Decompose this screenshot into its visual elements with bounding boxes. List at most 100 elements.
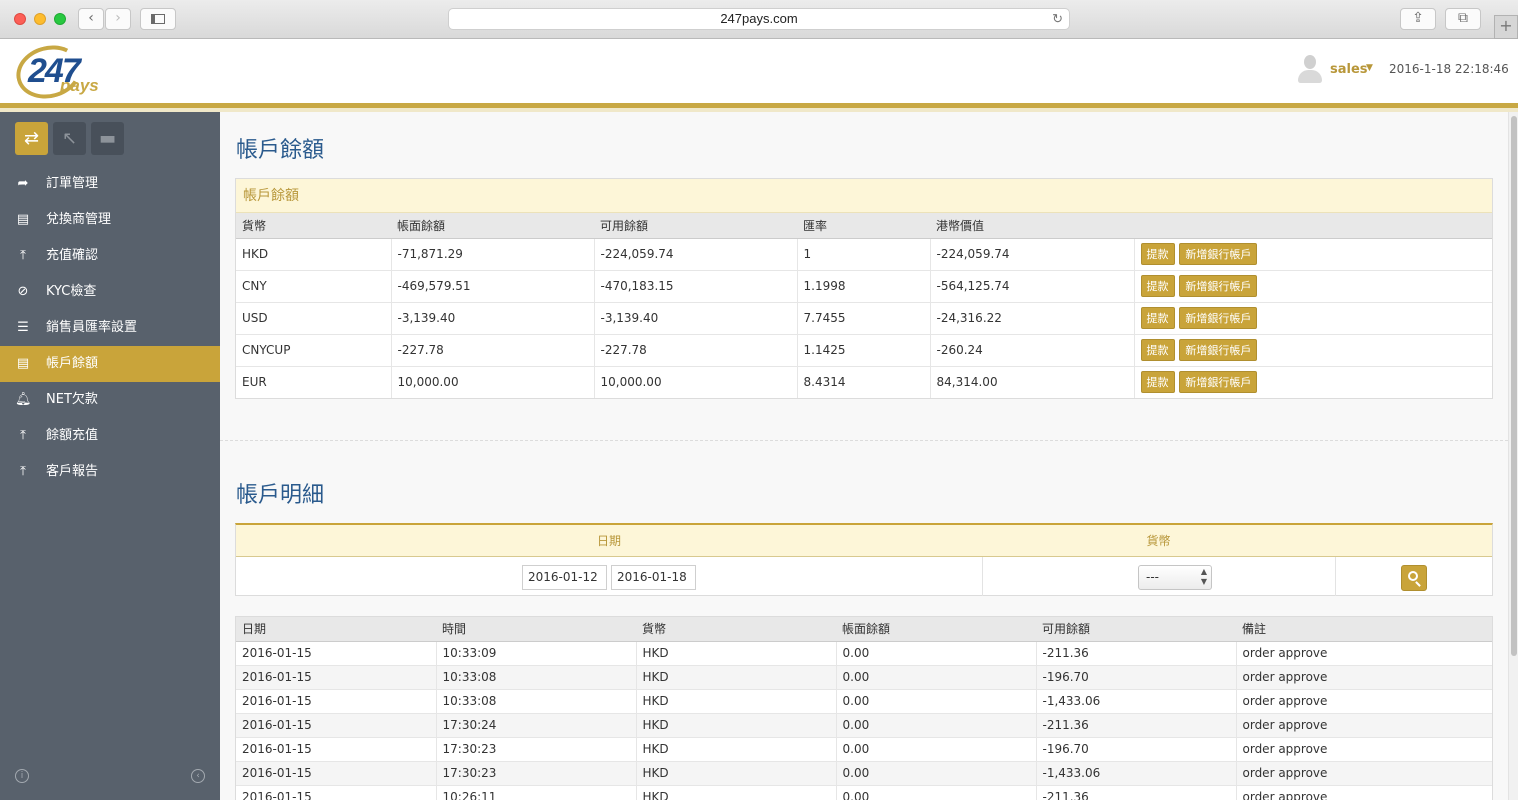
tabs-overview-button[interactable]: ⧉ <box>1445 8 1481 30</box>
sidebar-item-balance[interactable]: ▤ 帳戶餘額 <box>0 346 220 382</box>
credit-card-icon: ▬ <box>98 128 116 149</box>
minimize-window-button[interactable] <box>34 13 46 25</box>
sidebar-item-label: 訂單管理 <box>46 176 99 191</box>
sidebar-item-label: KYC檢查 <box>46 284 97 299</box>
exchange-icon: ⇄ <box>23 128 40 149</box>
add-bank-account-button[interactable]: 新增銀行帳戶 <box>1179 371 1258 394</box>
close-window-button[interactable] <box>14 13 26 25</box>
add-bank-account-button[interactable]: 新增銀行帳戶 <box>1179 339 1258 361</box>
note-cell: order approve <box>1236 712 1492 737</box>
sidebar-item-sales-rates[interactable]: ☰ 銷售員匯率設置 <box>0 310 220 346</box>
available-balance-cell: -211.36 <box>1036 640 1237 665</box>
search-button[interactable] <box>1401 565 1427 591</box>
forward-button[interactable]: › <box>105 8 131 30</box>
bell-icon: 🔔︎ <box>15 392 32 407</box>
hkd-value-cell: -24,316.22 <box>930 301 1135 334</box>
sidebar-item-balance-topup[interactable]: ⤒ 餘額充值 <box>0 418 220 454</box>
currency-cell: HKD <box>636 640 837 665</box>
user-menu[interactable]: sales <box>1330 62 1368 77</box>
new-tab-button[interactable]: + <box>1494 15 1518 39</box>
table-row: 2016-01-15 10:26:11 HKD 0.00 -211.36 ord… <box>236 784 1492 800</box>
table-row: CNYCUP -227.78 -227.78 1.1425 -260.24 提款… <box>236 333 1492 366</box>
currency-cell: HKD <box>636 736 837 761</box>
column-header: 可用餘額 <box>1036 617 1236 642</box>
time-cell: 10:33:08 <box>436 688 637 713</box>
column-header: 帳面餘額 <box>836 617 1036 642</box>
hkd-value-cell: -224,059.74 <box>930 237 1135 270</box>
withdraw-button[interactable]: 提款 <box>1140 339 1175 361</box>
section-divider <box>220 440 1508 441</box>
actions-cell: 提款 新增銀行帳戶 <box>1134 237 1492 270</box>
sidebar-item-label: 兌換商管理 <box>46 212 112 227</box>
available-balance-cell: -224,059.74 <box>594 237 798 270</box>
available-balance-cell: -1,433.06 <box>1036 688 1237 713</box>
withdraw-button[interactable]: 提款 <box>1140 307 1175 329</box>
withdraw-button[interactable]: 提款 <box>1140 243 1175 265</box>
address-bar[interactable]: 247pays.com ↻ <box>448 8 1070 30</box>
back-button[interactable]: ‹ <box>78 8 104 30</box>
book-balance-cell: 0.00 <box>836 784 1037 800</box>
sidebar-tab-exchange[interactable]: ⇄ <box>15 122 48 155</box>
date-from-input[interactable]: 2016-01-12 <box>522 565 607 590</box>
withdraw-button[interactable]: 提款 <box>1140 371 1175 394</box>
logo[interactable]: 247 pays <box>10 38 110 106</box>
check-circle-icon: ⊘ <box>17 284 29 299</box>
sidebar-tab-cursor[interactable]: ↖ <box>53 122 86 155</box>
table-row: CNY -469,579.51 -470,183.15 1.1998 -564,… <box>236 269 1492 302</box>
address-text: 247pays.com <box>720 11 798 26</box>
add-bank-account-button[interactable]: 新增銀行帳戶 <box>1179 243 1258 265</box>
avatar-body <box>1298 70 1322 83</box>
sidebar-tab-card[interactable]: ▬ <box>91 122 124 155</box>
upload-icon: ⤒ <box>20 428 26 443</box>
sidebar-item-label: 餘額充值 <box>46 428 99 443</box>
currency-cell: HKD <box>636 664 837 689</box>
available-balance-cell: -1,433.06 <box>1036 760 1237 785</box>
chevron-left-icon: ‹ <box>88 10 94 26</box>
currency-cell: EUR <box>236 365 392 398</box>
currency-select[interactable]: --- ▲ ▼ <box>1138 565 1212 590</box>
sliders-icon: ☰ <box>17 320 29 335</box>
date-to-input[interactable]: 2016-01-18 <box>611 565 696 590</box>
main-content: 帳戶餘額 帳戶餘額 貨幣 帳面餘額 可用餘額 匯率 港幣價值 HKD -71,8… <box>220 112 1508 800</box>
sidebar-item-customer-report[interactable]: ⤒ 客戶報告 <box>0 454 220 490</box>
note-cell: order approve <box>1236 664 1492 689</box>
sidebar-toggle-button[interactable] <box>140 8 176 30</box>
column-header: 港幣價值 <box>930 213 1134 239</box>
sidebar-item-label: 銷售員匯率設置 <box>46 320 138 335</box>
available-balance-cell: -227.78 <box>594 333 798 366</box>
sidebar-item-exchangers[interactable]: ▤ 兌換商管理 <box>0 202 220 238</box>
browser-toolbar: ‹ › 247pays.com ↻ ⇪ ⧉ + <box>0 0 1518 39</box>
avatar[interactable] <box>1298 55 1322 85</box>
clipboard-icon: ▤ <box>16 212 30 227</box>
caret-down-icon[interactable]: ▼ <box>1366 63 1373 73</box>
hkd-value-cell: -564,125.74 <box>930 269 1135 302</box>
rate-cell: 7.7455 <box>797 301 931 334</box>
sidebar-item-orders[interactable]: ➦ 訂單管理 <box>0 166 220 202</box>
zoom-window-button[interactable] <box>54 13 66 25</box>
column-header: 帳面餘額 <box>391 213 594 239</box>
add-bank-account-button[interactable]: 新增銀行帳戶 <box>1179 307 1258 329</box>
info-icon[interactable]: i <box>15 769 29 783</box>
sidebar-item-label: 充值確認 <box>46 248 99 263</box>
withdraw-button[interactable]: 提款 <box>1140 275 1175 297</box>
book-balance-cell: 0.00 <box>836 664 1037 689</box>
book-balance-cell: -227.78 <box>391 333 595 366</box>
collapse-sidebar-icon[interactable]: ‹ <box>191 769 205 783</box>
book-balance-cell: 0.00 <box>836 736 1037 761</box>
actions-cell: 提款 新增銀行帳戶 <box>1134 333 1492 366</box>
sidebar-item-kyc[interactable]: ⊘ KYC檢查 <box>0 274 220 310</box>
note-cell: order approve <box>1236 640 1492 665</box>
reload-icon[interactable]: ↻ <box>1052 9 1063 29</box>
currency-cell: CNYCUP <box>236 333 392 366</box>
scrollbar[interactable] <box>1508 112 1518 800</box>
details-table: 日期 時間 貨幣 帳面餘額 可用餘額 備註 2016-01-15 10:33:0… <box>236 617 1492 800</box>
share-arrow-icon: ➦ <box>17 176 29 191</box>
sidebar-item-label: 客戶報告 <box>46 464 99 479</box>
available-balance-cell: -211.36 <box>1036 712 1237 737</box>
add-bank-account-button[interactable]: 新增銀行帳戶 <box>1179 275 1258 297</box>
scrollbar-thumb[interactable] <box>1511 116 1517 656</box>
share-button[interactable]: ⇪ <box>1400 8 1436 30</box>
sidebar-item-topup-confirm[interactable]: ⤒ 充值確認 <box>0 238 220 274</box>
select-arrows-icon: ▲ ▼ <box>1200 567 1207 586</box>
sidebar-item-net-debt[interactable]: 🔔︎ NET欠款 <box>0 382 220 418</box>
